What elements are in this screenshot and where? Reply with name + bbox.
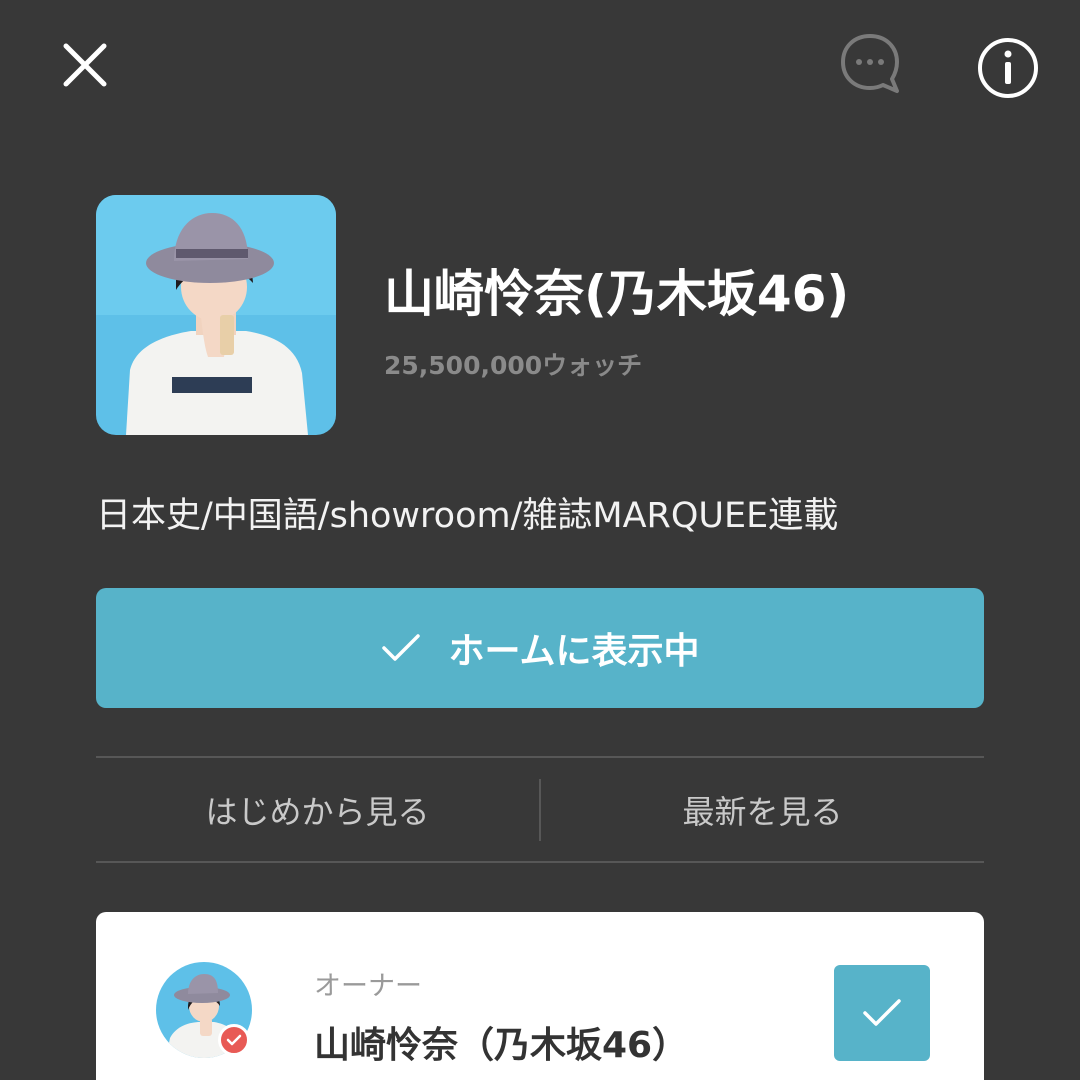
info-button[interactable] xyxy=(970,30,1046,106)
shown-on-home-label: ホームに表示中 xyxy=(448,631,700,672)
channel-description: 日本史/中国語/showroom/雑誌MARQUEE連載 xyxy=(96,496,839,536)
owner-name: 山崎怜奈（乃木坂46） xyxy=(314,1025,689,1066)
watch-count: 25,500,000ウォッチ xyxy=(384,351,643,380)
info-icon xyxy=(978,38,1038,98)
channel-cover-image xyxy=(96,195,336,435)
owner-card: オーナー 山崎怜奈（乃木坂46） xyxy=(96,912,984,1080)
close-icon xyxy=(63,43,107,87)
shown-on-home-button[interactable]: ホームに表示中 xyxy=(96,588,984,708)
playback-options: はじめから見る 最新を見る xyxy=(96,758,984,862)
owner-avatar[interactable] xyxy=(156,962,252,1058)
channel-screen: 山崎怜奈(乃木坂46) 25,500,000ウォッチ 日本史/中国語/showr… xyxy=(0,0,1080,1080)
check-icon xyxy=(226,1034,242,1046)
check-icon xyxy=(863,999,901,1026)
check-icon xyxy=(381,634,420,661)
divider xyxy=(96,861,984,863)
close-button[interactable] xyxy=(50,30,120,100)
channel-title: 山崎怜奈(乃木坂46) xyxy=(384,265,850,323)
chat-bubble-icon xyxy=(841,34,899,93)
verified-badge xyxy=(218,1024,250,1056)
watch-from-start-button[interactable]: はじめから見る xyxy=(96,758,539,862)
chat-button[interactable] xyxy=(832,26,908,102)
watch-latest-button[interactable]: 最新を見る xyxy=(541,758,984,862)
owner-follow-checkbox[interactable] xyxy=(834,965,930,1061)
owner-role-label: オーナー xyxy=(314,971,422,1002)
